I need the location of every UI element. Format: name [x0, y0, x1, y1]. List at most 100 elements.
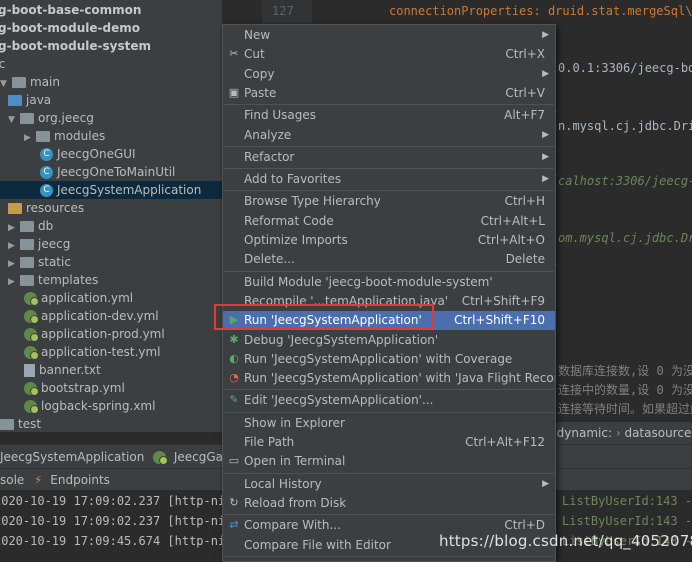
tree-node-label: org.jeecg — [38, 111, 94, 125]
tree-node[interactable]: application-dev.yml — [24, 307, 159, 325]
tree-node[interactable]: C JeecgOneGUI — [40, 145, 136, 163]
class-icon: C — [40, 184, 53, 197]
tree-node[interactable]: application-test.yml — [24, 343, 161, 361]
tree-node-label: resources — [26, 201, 85, 215]
menu-item-open-in-terminal[interactable]: ▭ Open in Terminal — [223, 452, 555, 471]
tree-node-label: g-boot-base-common — [0, 3, 142, 17]
menu-item-shortcut: Ctrl+H — [504, 194, 545, 209]
menu-item-file-path[interactable]: File Path Ctrl+Alt+F12 — [223, 433, 555, 452]
spring-xml-icon — [24, 400, 39, 414]
chevron-icon[interactable]: ▶ — [8, 273, 20, 291]
menu-item-label: Run 'JeecgSystemApplication' with 'Java … — [244, 371, 556, 386]
menu-item-optimize-imports[interactable]: Optimize Imports Ctrl+Alt+O — [223, 231, 555, 250]
menu-item-shortcut: Ctrl+Alt+O — [477, 233, 545, 247]
spring-config-icon — [24, 292, 39, 306]
breadcrumb-item[interactable]: dynamic: — [557, 426, 612, 440]
menu-item-run-jeecgsystemapplication-with-java-flight-recorder[interactable]: ◔ Run 'JeecgSystemApplication' with 'Java… — [223, 369, 555, 388]
submenu-arrow-icon: ▶ — [542, 68, 549, 79]
log-line-tail: ListByUserId:143 - — [562, 514, 692, 528]
submenu-arrow-icon: ▶ — [542, 151, 549, 162]
tree-node[interactable]: ▶ templates — [8, 271, 98, 289]
tree-node[interactable]: C JeecgOneToMainUtil — [40, 163, 175, 181]
breadcrumb-item[interactable]: datasource — [624, 426, 691, 440]
log-line: 2020-10-19 17:09:02.237 [http-nio — [0, 494, 233, 508]
tree-node[interactable]: bootstrap.yml — [24, 379, 125, 397]
log-line-tail: ListByUserId:143 - — [562, 494, 692, 508]
endpoints-tab[interactable]: ⚡ Endpoints — [34, 469, 110, 491]
watermark: https://blog.csdn.net/qq_40520781 — [439, 532, 692, 550]
menu-item-shortcut: Ctrl+Shift+F10 — [454, 313, 545, 328]
folder-icon — [20, 239, 34, 250]
menu-separator — [224, 190, 554, 192]
project-tree-panel: g-boot-base-common g-boot-module-demo g-bo… — [0, 0, 222, 432]
menu-item-browse-type-hierarchy[interactable]: Browse Type Hierarchy Ctrl+H — [223, 192, 555, 211]
tree-node[interactable]: ▶ modules — [24, 127, 105, 145]
menu-item-debug-jeecgsystemapplication[interactable]: ✱ Debug 'JeecgSystemApplication' — [223, 331, 555, 350]
menu-separator — [224, 145, 554, 147]
menu-item-label: Refactor — [244, 149, 295, 164]
tree-node[interactable]: g-boot-base-common — [0, 1, 141, 19]
flight-recorder-icon: ◔ — [229, 371, 239, 385]
run-tab-label: JeecgSystemApplication — [0, 450, 145, 464]
text-file-icon — [24, 364, 35, 377]
menu-item-edit-jeecgsystemapplication[interactable]: ✎ Edit 'JeecgSystemApplication'... — [223, 391, 555, 410]
menu-item-label: Run 'JeecgSystemApplication' with Covera… — [244, 351, 513, 366]
tree-node-label: JeecgOneGUI — [57, 147, 136, 161]
tree-node-label: JeecgOneToMainUtil — [57, 165, 176, 179]
tree-node-label: JeecgSystemApplication — [57, 183, 202, 197]
tree-node[interactable]: application-prod.yml — [24, 325, 165, 343]
edit-config-icon: ✎ — [229, 393, 239, 407]
tree-node-label: modules — [54, 129, 106, 143]
chevron-icon[interactable]: ▶ — [24, 129, 36, 147]
menu-item-run-jeecgsystemapplication-with-coverage[interactable]: ◐ Run 'JeecgSystemApplication' with Cover… — [223, 350, 555, 369]
tree-node-label: application.yml — [41, 291, 134, 305]
menu-item-shortcut: Ctrl+Alt+F12 — [465, 435, 545, 449]
menu-item-build-module-jeecg-boot-module-system[interactable]: Build Module 'jeecg-boot-module-system' — [223, 273, 555, 292]
tree-node[interactable]: g-boot-module-demo — [0, 19, 140, 37]
tree-node[interactable]: ▼ main — [0, 73, 60, 91]
menu-item-label: Open in Terminal — [244, 454, 346, 469]
tree-node[interactable]: resources — [8, 199, 84, 217]
resources-folder-icon — [8, 203, 22, 214]
code-line: n.mysql.cj.jdbc.Driv — [558, 119, 692, 133]
menu-item-find-usages[interactable]: Find Usages Alt+F7 — [223, 106, 555, 125]
tree-node[interactable]: C JeecgSystemApplication — [0, 181, 222, 199]
console-tab[interactable]: sole — [0, 469, 24, 491]
reload-icon: ↻ — [229, 495, 239, 509]
menu-item-label: Debug 'JeecgSystemApplication' — [244, 332, 439, 347]
chevron-icon[interactable]: ▼ — [8, 111, 20, 129]
folder-icon — [20, 257, 34, 268]
tree-node-label: db — [38, 219, 54, 233]
tree-node[interactable]: ▶ db — [8, 217, 53, 235]
menu-item-label: Reload from Disk — [244, 495, 347, 510]
menu-item-paste[interactable]: ▣ Paste Ctrl+V — [223, 84, 555, 103]
menu-item-analyze[interactable]: Analyze ▶ — [223, 126, 555, 145]
tree-node[interactable]: java — [8, 91, 51, 109]
log-line: 2020-10-19 17:09:45.674 [http-nio — [0, 534, 233, 548]
menu-item-local-history[interactable]: Local History ▶ — [223, 475, 555, 494]
menu-item-reload-from-disk[interactable]: ↻ Reload from Disk — [223, 494, 555, 513]
tree-node[interactable]: test — [0, 415, 41, 432]
tree-node[interactable]: ▶ static — [8, 253, 71, 271]
menu-item-show-in-explorer[interactable]: Show in Explorer — [223, 414, 555, 433]
tree-node[interactable]: logback-spring.xml — [24, 397, 155, 415]
tree-node[interactable]: g-boot-module-system — [0, 37, 151, 55]
run-tab-jeecg-system[interactable]: JeecgSystemApplication ✕ — [0, 445, 166, 469]
folder-icon — [12, 77, 26, 88]
menu-item-copy[interactable]: Copy ▶ — [223, 65, 555, 84]
menu-item-label: Mark Directory as — [244, 558, 350, 561]
menu-item-reformat-code[interactable]: Reformat Code Ctrl+Alt+L — [223, 212, 555, 231]
tree-node[interactable]: ▼ org.jeecg — [8, 109, 94, 127]
menu-item-refactor[interactable]: Refactor ▶ — [223, 148, 555, 167]
menu-item-add-to-favorites[interactable]: Add to Favorites ▶ — [223, 170, 555, 189]
menu-separator — [224, 411, 554, 413]
menu-item-shortcut: Ctrl+X — [505, 47, 545, 62]
menu-item-delete[interactable]: Delete... Delete — [223, 250, 555, 269]
menu-item-cut[interactable]: ✂ Cut Ctrl+X — [223, 45, 555, 64]
tree-node[interactable]: application.yml — [24, 289, 133, 307]
tree-node[interactable]: banner.txt — [24, 361, 101, 379]
tree-node[interactable]: ▶ jeecg — [8, 235, 70, 253]
package-icon — [36, 131, 50, 142]
tree-node[interactable]: rc — [0, 55, 5, 73]
menu-item-new[interactable]: New ▶ — [223, 26, 555, 45]
